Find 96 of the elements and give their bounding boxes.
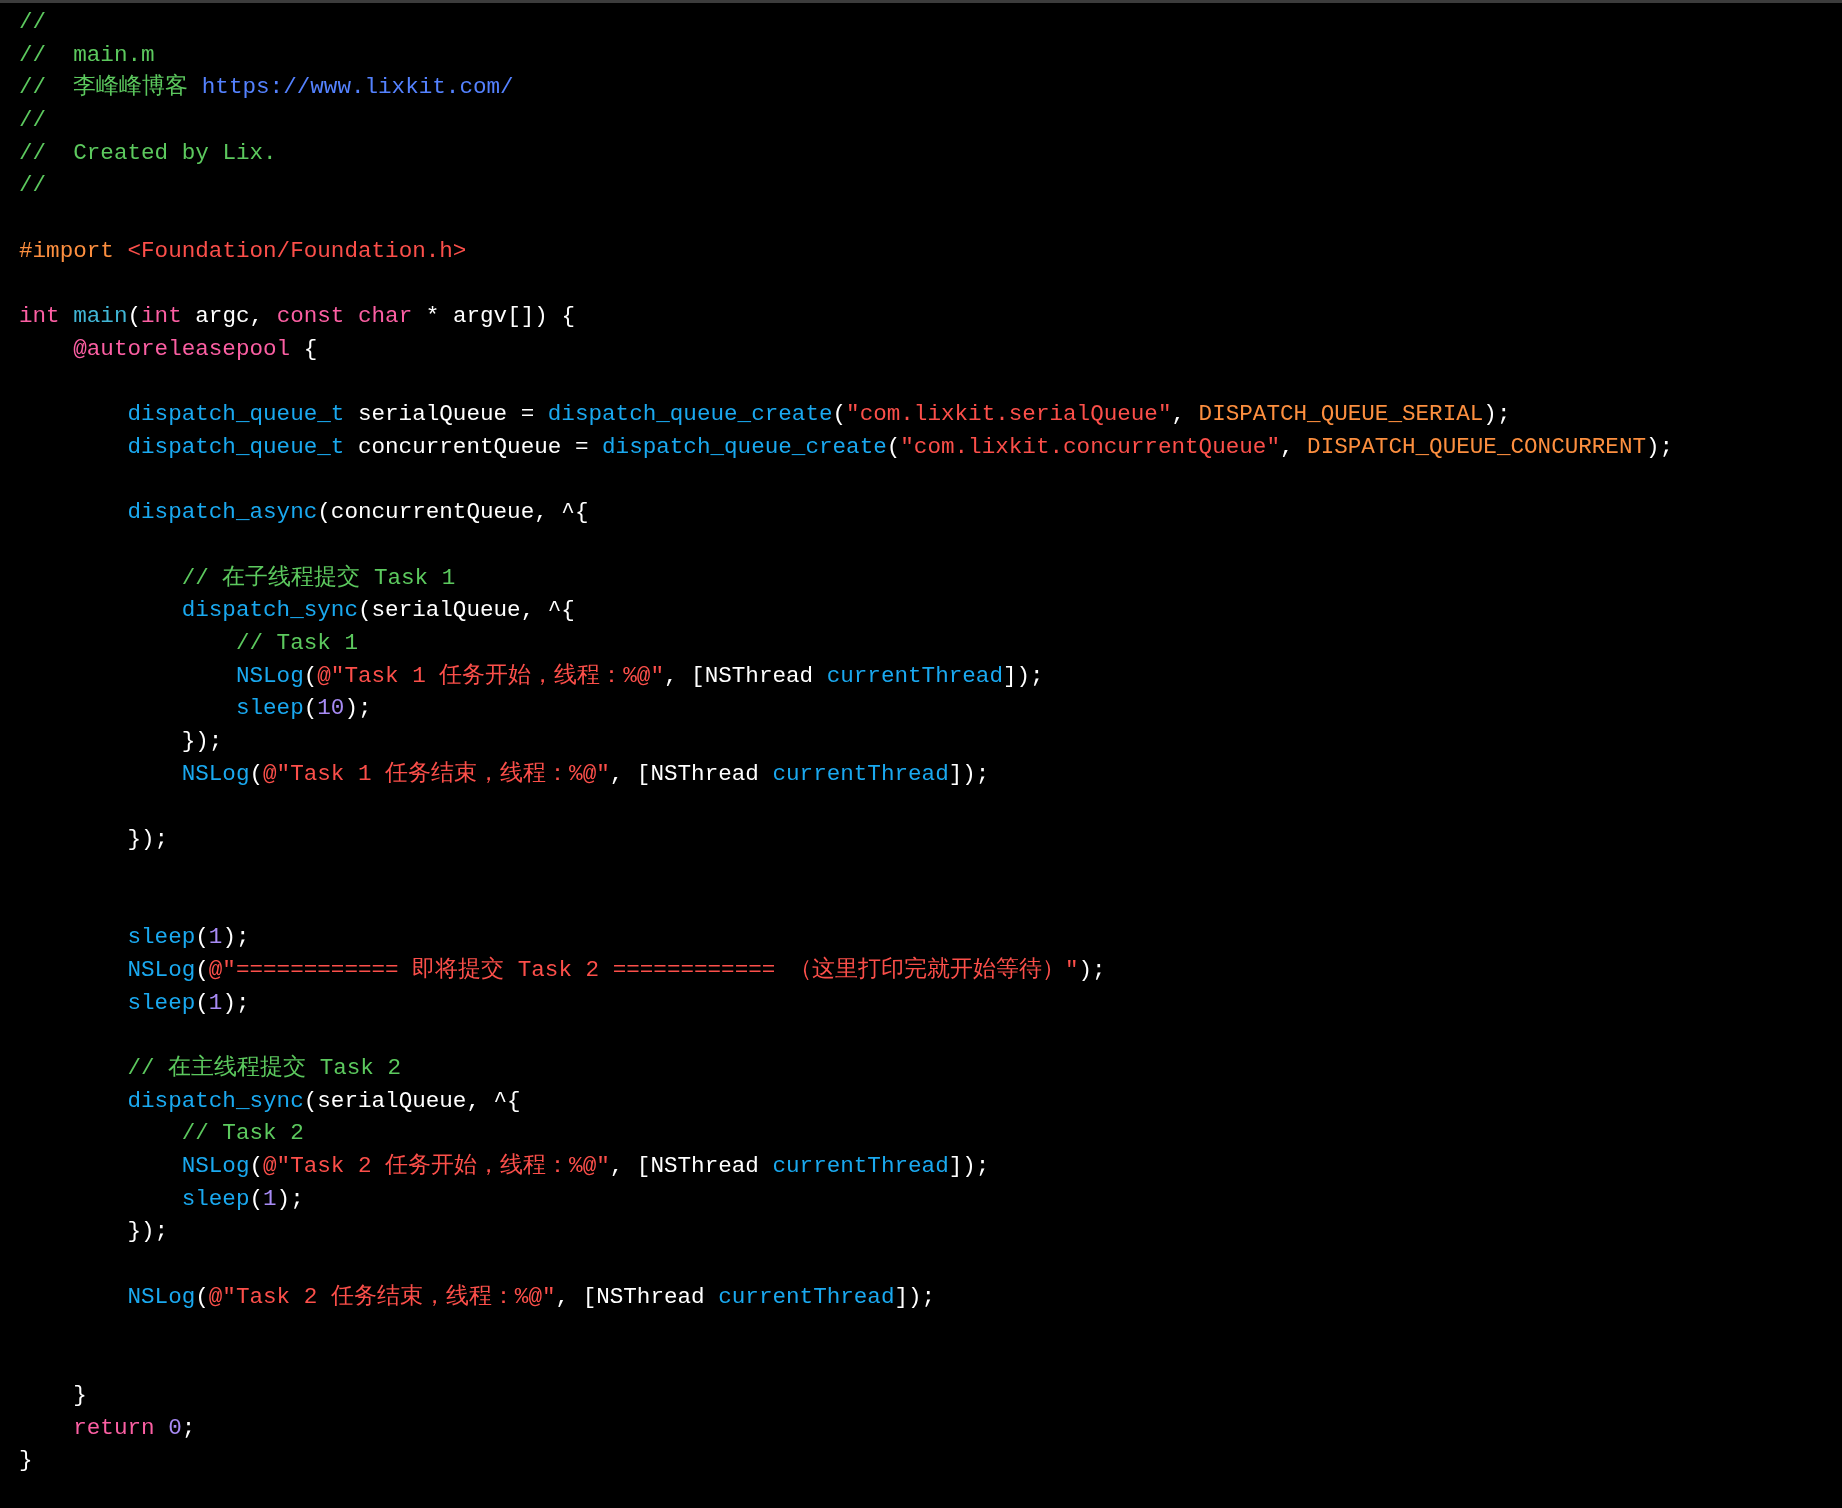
function-name: main	[73, 303, 128, 330]
code-text: );	[222, 924, 250, 951]
code-text: (	[195, 1283, 209, 1310]
macro-name: DISPATCH_QUEUE_CONCURRENT	[1307, 433, 1647, 460]
api-identifier: dispatch_queue_t	[127, 401, 345, 428]
code-text: (	[195, 989, 209, 1016]
code-text: * argv[]) {	[424, 303, 575, 330]
code-text: }	[19, 1447, 33, 1474]
number-literal: 1	[208, 989, 223, 1016]
keyword: int	[19, 303, 61, 330]
api-identifier: NSLog	[127, 956, 196, 983]
string-literal: @"Task 2 任务结束，线程：%@"	[208, 1283, 556, 1310]
code-text: ]);	[948, 1153, 990, 1180]
code-text: (	[886, 433, 901, 460]
string-literal: @"Task 2 任务开始，线程：%@"	[263, 1153, 610, 1180]
string-literal: <Foundation/Foundation.h>	[127, 237, 467, 264]
code-text: ;	[181, 1414, 196, 1441]
api-identifier: currentThread	[826, 662, 1003, 689]
number-literal: 1	[208, 924, 223, 951]
api-identifier: currentThread	[718, 1283, 895, 1310]
number-literal: 0	[168, 1414, 182, 1441]
code-text: );	[222, 989, 250, 1016]
api-identifier: dispatch_async	[127, 499, 318, 526]
code-comment: // main.m	[19, 41, 155, 68]
api-identifier: NSLog	[181, 760, 250, 787]
api-identifier: dispatch_queue_create	[602, 433, 887, 460]
code-text: ]);	[948, 760, 990, 787]
code-text: );	[1483, 401, 1511, 428]
code-text: );	[344, 695, 372, 722]
code-text: (serialQueue, ^{	[303, 1087, 521, 1114]
api-identifier: NSLog	[235, 662, 304, 689]
code-text: ,	[1279, 433, 1295, 460]
keyword: const char	[276, 303, 413, 330]
string-literal: @"Task 1 任务结束，线程：%@"	[263, 760, 610, 787]
api-identifier: dispatch_queue_create	[547, 401, 833, 428]
code-text: );	[1078, 956, 1106, 983]
keyword: return	[73, 1414, 156, 1441]
code-text: });	[127, 826, 169, 853]
code-text: concurrentQueue =	[356, 433, 590, 460]
api-identifier: currentThread	[772, 760, 949, 787]
macro-name: DISPATCH_QUEUE_SERIAL	[1198, 401, 1484, 428]
code-text: serialQueue =	[356, 401, 536, 428]
code-text: {	[302, 335, 318, 362]
code-text: , [NSThread	[609, 1153, 760, 1180]
code-text: (	[249, 1153, 264, 1180]
code-comment: //	[19, 9, 47, 35]
code-text: (	[195, 956, 209, 983]
code-comment: //	[19, 107, 47, 134]
code-text: (	[249, 760, 264, 787]
code-text: ,	[1171, 401, 1187, 428]
api-identifier: dispatch_queue_t	[127, 433, 345, 460]
api-identifier: sleep	[181, 1185, 250, 1212]
keyword: int	[141, 303, 182, 330]
code-comment: // 在主线程提交 Task 2	[127, 1055, 402, 1081]
code-text: });	[127, 1218, 169, 1245]
api-identifier: NSLog	[181, 1153, 250, 1180]
code-text: );	[1646, 433, 1674, 460]
preprocessor-directive: #import	[19, 237, 115, 264]
code-comment: // Task 2	[181, 1120, 304, 1147]
number-literal: 1	[263, 1185, 277, 1212]
code-text: argc,	[194, 303, 265, 330]
code-text: (concurrentQueue, ^{	[317, 499, 589, 526]
number-literal: 10	[317, 695, 345, 722]
code-text: }	[73, 1381, 87, 1408]
code-text: (	[127, 303, 142, 330]
code-comment: // Created by Lix.	[19, 139, 277, 166]
code-text: (	[195, 924, 209, 951]
code-text: ]);	[1002, 662, 1044, 689]
code-text: , [NSThread	[555, 1283, 706, 1310]
code-text: );	[276, 1185, 304, 1212]
api-identifier: sleep	[235, 695, 304, 722]
code-comment: // 在子线程提交 Task 1	[181, 564, 456, 591]
string-literal: @"Task 1 任务开始，线程：%@"	[317, 662, 664, 689]
code-comment: // Task 1	[235, 630, 358, 657]
string-literal: "com.lixkit.concurrentQueue"	[900, 433, 1280, 460]
code-text: (	[249, 1185, 264, 1212]
string-literal: @"============ 即将提交 Task 2 ============ （这里打印完就开始等待）"	[208, 956, 1079, 983]
code-comment: // 李峰峰博客	[19, 74, 190, 101]
code-text: (serialQueue, ^{	[357, 597, 575, 624]
api-identifier: sleep	[127, 989, 196, 1016]
comment-link[interactable]: https://www.lixkit.com/	[201, 74, 514, 101]
code-text: (	[303, 662, 318, 689]
api-identifier: currentThread	[772, 1153, 949, 1180]
code-text: });	[181, 728, 223, 755]
api-identifier: dispatch_sync	[181, 597, 358, 624]
code-comment: //	[19, 172, 47, 199]
code-text: , [NSThread	[609, 760, 760, 787]
code-text: (	[832, 401, 847, 428]
code-text: (	[303, 695, 318, 722]
string-literal: "com.lixkit.serialQueue"	[846, 401, 1172, 428]
code-text: ]);	[894, 1283, 936, 1310]
code-text: , [NSThread	[664, 662, 815, 689]
api-identifier: sleep	[127, 924, 196, 951]
api-identifier: NSLog	[127, 1283, 196, 1310]
keyword: @autoreleasepool	[73, 335, 291, 362]
api-identifier: dispatch_sync	[127, 1087, 304, 1114]
